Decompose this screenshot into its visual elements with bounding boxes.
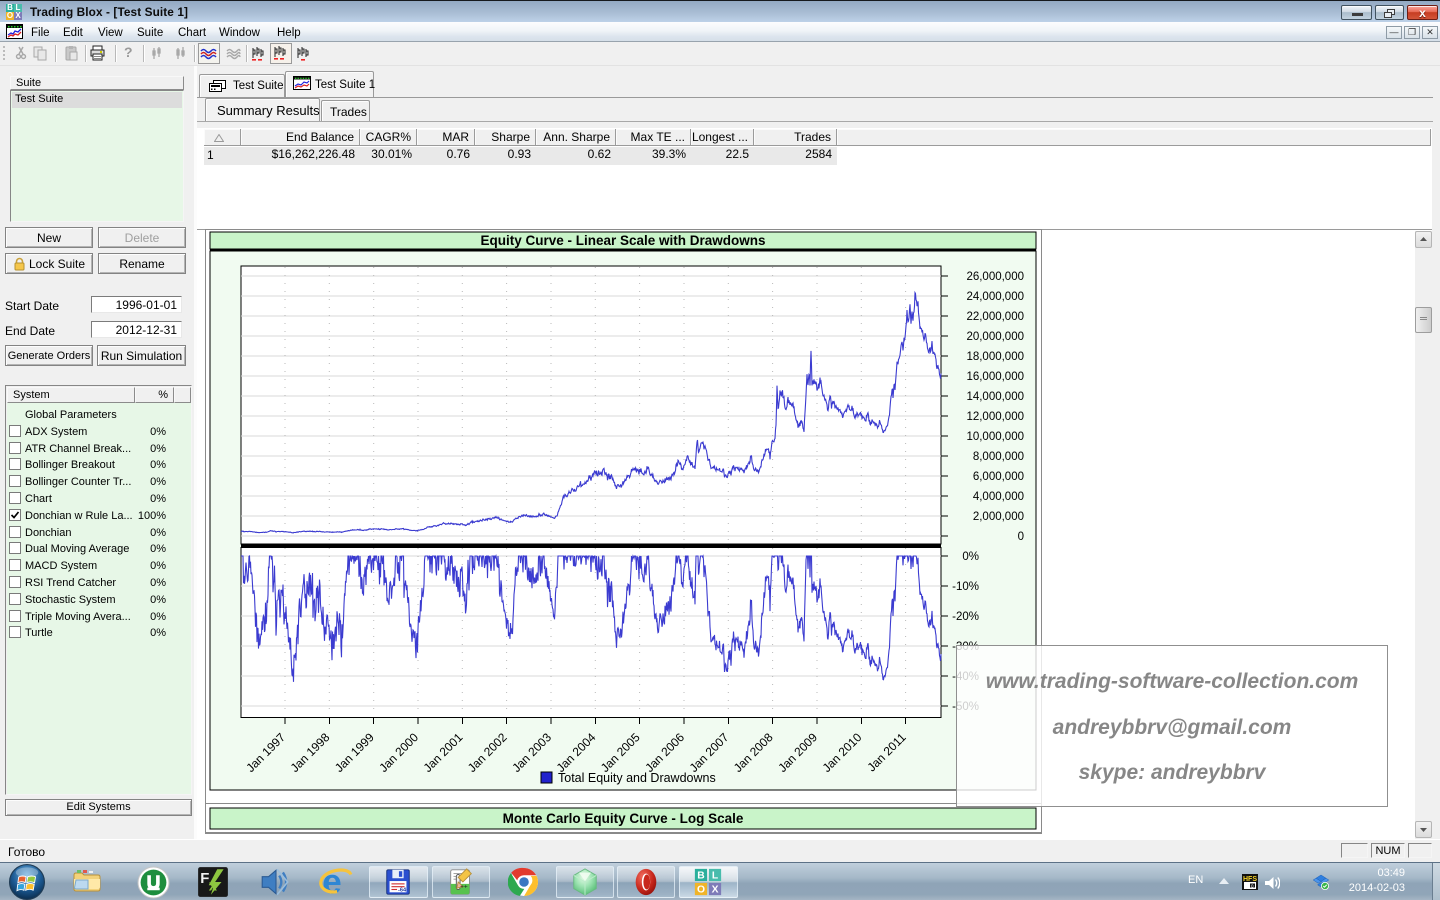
svg-text:Monte Carlo Equity Curve - Log: Monte Carlo Equity Curve - Log Scale	[503, 811, 744, 826]
svg-text:X: X	[712, 884, 719, 895]
svg-text:-64·: -64·	[398, 887, 408, 893]
svg-text:16,000,000: 16,000,000	[966, 371, 1024, 383]
svg-text:L: L	[712, 870, 718, 881]
svg-text:HFS: HFS	[1243, 876, 1257, 883]
svg-text:Equity Curve - Linear Scale wi: Equity Curve - Linear Scale with Drawdow…	[480, 233, 765, 248]
svg-text:++: ++	[460, 884, 468, 891]
svg-text:0: 0	[1018, 531, 1024, 543]
svg-text:14,000,000: 14,000,000	[966, 391, 1024, 403]
svg-text:-10%: -10%	[952, 581, 979, 593]
svg-text:-20%: -20%	[952, 611, 979, 623]
svg-text:18,000,000: 18,000,000	[966, 351, 1024, 363]
svg-text:2,000,000: 2,000,000	[973, 511, 1024, 523]
svg-text:12,000,000: 12,000,000	[966, 411, 1024, 423]
svg-text:20,000,000: 20,000,000	[966, 331, 1024, 343]
svg-text:22,000,000: 22,000,000	[966, 311, 1024, 323]
svg-text:10,000,000: 10,000,000	[966, 431, 1024, 443]
svg-text:4,000,000: 4,000,000	[973, 491, 1024, 503]
svg-text:26,000,000: 26,000,000	[966, 271, 1024, 283]
svg-text:O: O	[697, 884, 705, 895]
svg-text:6,000,000: 6,000,000	[973, 471, 1024, 483]
svg-text:0%: 0%	[962, 551, 979, 563]
svg-text:Total Equity and Drawdowns: Total Equity and Drawdowns	[558, 771, 716, 785]
svg-text:24,000,000: 24,000,000	[966, 291, 1024, 303]
svg-text:B: B	[697, 870, 704, 881]
svg-text:8,000,000: 8,000,000	[973, 451, 1024, 463]
